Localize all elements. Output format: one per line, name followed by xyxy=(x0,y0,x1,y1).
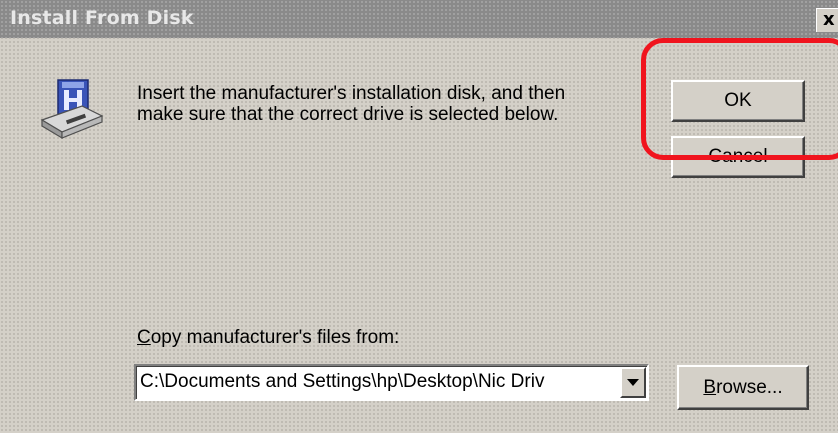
instruction-text: Insert the manufacturer's installation d… xyxy=(137,83,627,125)
chevron-down-icon xyxy=(627,379,639,386)
instruction-line-2: make sure that the correct drive is sele… xyxy=(137,104,559,125)
copy-from-label-accel: C xyxy=(137,327,151,348)
copy-from-label: Copy manufacturer's files from: xyxy=(137,327,399,349)
close-icon: x xyxy=(823,9,835,30)
copy-from-path-value[interactable]: C:\Documents and Settings\hp\Desktop\Nic… xyxy=(140,371,620,393)
browse-label-accel: B xyxy=(703,377,717,398)
copy-from-label-rest: opy manufacturer's files from: xyxy=(150,327,400,348)
title-bar[interactable]: Install From Disk x xyxy=(0,0,838,38)
install-from-disk-dialog: Install From Disk x Insert the manufactu… xyxy=(0,0,838,433)
ok-highlight-annotation xyxy=(641,38,838,160)
close-button[interactable]: x xyxy=(816,8,838,32)
browse-label-rest: rowse... xyxy=(716,377,783,398)
browse-button[interactable]: Browse... xyxy=(677,365,809,410)
floppy-drive-icon xyxy=(40,79,104,140)
copy-from-path-combobox[interactable]: C:\Documents and Settings\hp\Desktop\Nic… xyxy=(134,364,649,401)
dialog-title: Install From Disk xyxy=(10,7,194,29)
instruction-line-1: Insert the manufacturer's installation d… xyxy=(137,83,566,104)
dropdown-button[interactable] xyxy=(620,367,646,398)
